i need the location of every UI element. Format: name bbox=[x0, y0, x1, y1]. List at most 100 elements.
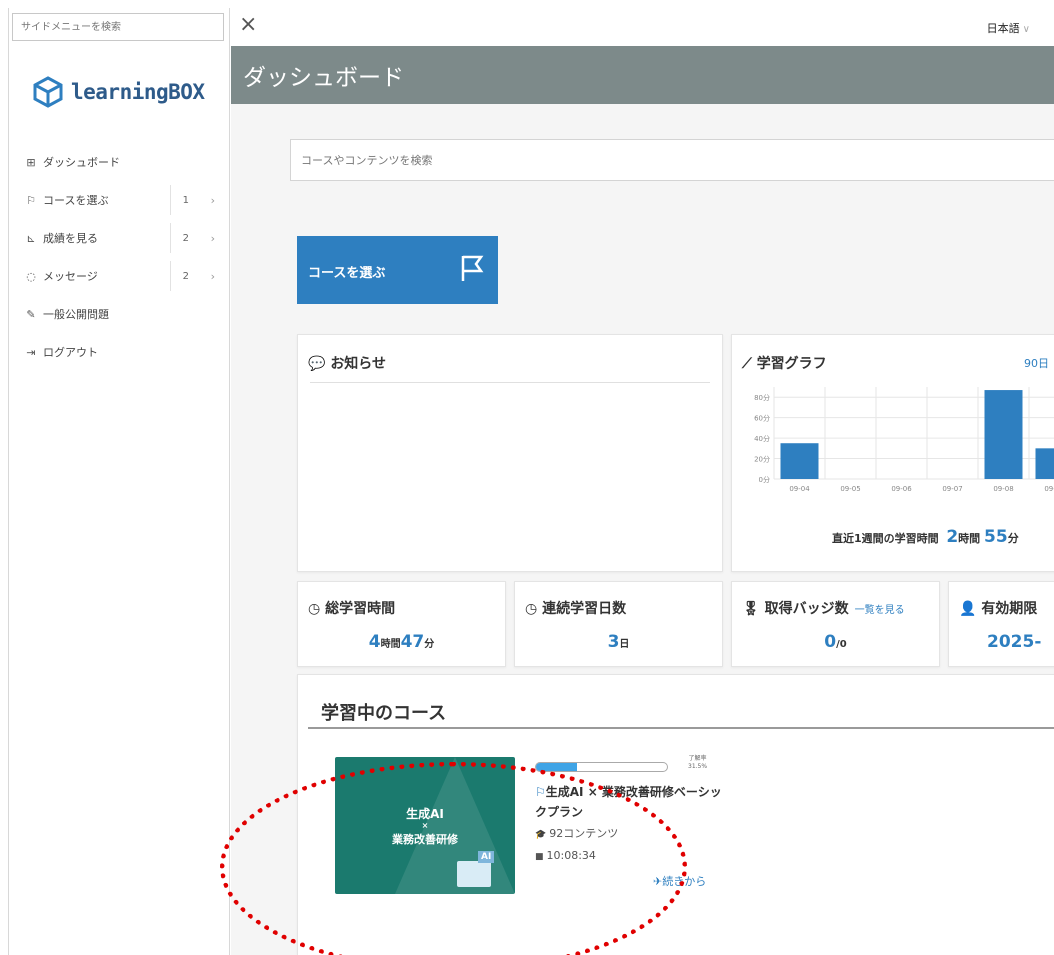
graph-period-select[interactable]: 90日 bbox=[1024, 355, 1049, 371]
badges-card: 🎖 取得バッジ数 一覧を見る 0/0 bbox=[731, 581, 940, 667]
sidebar-search-input[interactable] bbox=[12, 13, 224, 41]
total-study-title: ◷ 総学習時間 bbox=[308, 598, 395, 618]
total-study-title-text: 総学習時間 bbox=[325, 601, 396, 617]
message-icon: ◌ bbox=[26, 269, 36, 283]
sidebar-item-2[interactable]: ⊾ 成績を見る 2 › bbox=[9, 219, 229, 257]
sidebar-item-label: コースを選ぶ bbox=[43, 194, 109, 207]
resume-link[interactable]: ✈続きから bbox=[653, 873, 706, 889]
badges-list-link[interactable]: 一覧を見る bbox=[855, 605, 905, 616]
badges-value: 0/0 bbox=[732, 632, 939, 652]
x-tick-label: 09-07 bbox=[942, 485, 962, 493]
sidebar-item-1[interactable]: ⚐ コースを選ぶ 1 › bbox=[9, 181, 229, 219]
flag-icon bbox=[461, 255, 484, 281]
badges-title-text: 取得バッジ数 bbox=[764, 601, 849, 617]
course-search-input[interactable] bbox=[290, 139, 1054, 181]
graph-title: ⟋ 学習グラフ bbox=[742, 353, 827, 373]
weekly-label: 直近1週間の学習時間 bbox=[832, 532, 939, 545]
sidebar-item-label: 成績を見る bbox=[43, 232, 98, 245]
news-title: 💬 お知らせ bbox=[308, 353, 386, 373]
thumb-line3: 業務改善研修 bbox=[392, 833, 458, 846]
y-tick-label: 0分 bbox=[759, 475, 770, 484]
progress-label-text: 了解率 bbox=[688, 755, 707, 762]
sidebar-item-0[interactable]: ⊞ ダッシュボード bbox=[9, 143, 229, 181]
y-tick-label: 60分 bbox=[754, 414, 770, 423]
logo-text: learningBOX bbox=[71, 80, 205, 104]
streak-title: ◷ 連続学習日数 bbox=[525, 598, 626, 618]
total-hours-unit: 時間 bbox=[380, 639, 401, 650]
clock-icon: ◷ bbox=[308, 601, 321, 617]
sidebar-menu: ⊞ ダッシュボード ⚐ コースを選ぶ 1 › ⊾ 成績を見る 2 › ◌ メッセージ 2 › ✎ 一般公開問題… bbox=[9, 143, 229, 371]
choose-course-button[interactable]: コースを選ぶ bbox=[297, 236, 498, 304]
topbar: × 日本語 ∨ bbox=[231, 8, 1054, 46]
course-name-link[interactable]: ⚐生成AI × 業務改善研修ベーシックプラン bbox=[535, 782, 725, 822]
learning-graph-card: ⟋ 学習グラフ 90日 0分 20分 40分 60分 80分 09-04 09-05 09-0… bbox=[731, 334, 1054, 572]
course-contents-count: 🎓 92コンテンツ bbox=[535, 825, 618, 841]
thumb-line1: 生成AI bbox=[406, 807, 444, 821]
choose-course-label: コースを選ぶ bbox=[308, 266, 386, 281]
course-name-text: 生成AI × 業務改善研修ベーシックプラン bbox=[535, 785, 722, 819]
send-icon: ✈ bbox=[653, 875, 663, 888]
news-card: 💬 お知らせ bbox=[297, 334, 723, 572]
main-content: コースを選ぶ 💬 お知らせ ⟋ 学習グラフ 90日 0分20分40分60分80分… bbox=[231, 104, 1054, 955]
weekly-hours-unit: 時間 bbox=[958, 532, 981, 545]
weekly-minutes: 55 bbox=[984, 527, 1008, 547]
close-icon[interactable]: × bbox=[239, 14, 257, 36]
thumb-line2: × bbox=[421, 821, 429, 830]
sidebar-item-count: 2 bbox=[182, 270, 189, 282]
language-select[interactable]: 日本語 ∨ bbox=[987, 20, 1030, 36]
sidebar-item-4[interactable]: ✎ 一般公開問題 bbox=[9, 295, 229, 333]
streak-title-text: 連続学習日数 bbox=[542, 601, 627, 617]
bar-09-08 bbox=[984, 390, 1023, 479]
expiry-value: 2025- bbox=[987, 632, 1042, 652]
duration-text: 10:08:34 bbox=[546, 849, 596, 862]
sidebar-item-3[interactable]: ◌ メッセージ 2 › bbox=[9, 257, 229, 295]
x-tick-label: 09-05 bbox=[840, 485, 860, 493]
chart-icon: ⊾ bbox=[26, 231, 36, 245]
weekly-study-time: 直近1週間の学習時間 2時間 55分 bbox=[832, 527, 1019, 547]
badge-icon: 🎖 bbox=[742, 601, 760, 617]
logo[interactable]: learningBOX bbox=[31, 74, 205, 110]
sidebar-item-5[interactable]: ⇥ ログアウト bbox=[9, 333, 229, 371]
learning-courses-section: 学習中のコース 生成AI × 業務改善研修 AI 了解率 31.5% ⚐生成AI … bbox=[297, 674, 1054, 955]
total-study-value: 4時間47分 bbox=[298, 632, 505, 652]
weekly-hours: 2 bbox=[946, 527, 959, 547]
cube-logo-icon bbox=[33, 76, 63, 108]
sidebar-item-count: 2 bbox=[182, 232, 189, 244]
chevron-down-icon: ∨ bbox=[1022, 24, 1030, 35]
separator bbox=[170, 223, 171, 253]
x-tick-label: 09-06 bbox=[891, 485, 912, 493]
grid-icon: ⊞ bbox=[26, 155, 36, 169]
flag-icon: ⚐ bbox=[535, 785, 546, 799]
streak-unit: 日 bbox=[619, 639, 630, 650]
flag-icon: ⚐ bbox=[26, 193, 36, 207]
y-tick-label: 80分 bbox=[754, 393, 770, 402]
graduation-cap-icon: 🎓 bbox=[535, 830, 547, 840]
total-minutes-unit: 分 bbox=[424, 639, 435, 650]
badges-total: /0 bbox=[836, 639, 847, 650]
chevron-right-icon: › bbox=[210, 269, 215, 283]
progress-label: 了解率 31.5% bbox=[688, 755, 707, 771]
page-header: ダッシュボード bbox=[231, 46, 1054, 104]
sidebar: learningBOX ⊞ ダッシュボード ⚐ コースを選ぶ 1 › ⊾ 成績を見る 2 › ◌ メッ… bbox=[8, 8, 230, 955]
bar-09-09 bbox=[1035, 448, 1054, 479]
line-chart-icon: ⟋ bbox=[742, 356, 752, 372]
thumb-ai-label: AI bbox=[478, 851, 495, 863]
sidebar-item-label: メッセージ bbox=[43, 270, 98, 283]
graph-title-text: 学習グラフ bbox=[756, 356, 827, 372]
x-tick-label: 09-08 bbox=[993, 485, 1013, 493]
course-progress-bar bbox=[535, 762, 668, 772]
video-icon: ■ bbox=[535, 852, 544, 862]
progress-fill bbox=[536, 763, 578, 771]
course-thumbnail[interactable]: 生成AI × 業務改善研修 AI bbox=[335, 757, 515, 894]
expiry-title-text: 有効期限 bbox=[981, 601, 1038, 617]
total-hours: 4 bbox=[368, 632, 381, 652]
total-study-time-card: ◷ 総学習時間 4時間47分 bbox=[297, 581, 506, 667]
expiry-title: 👤 有効期限 bbox=[959, 598, 1037, 618]
sidebar-item-label: 一般公開問題 bbox=[43, 308, 109, 321]
sidebar-item-label: ダッシュボード bbox=[43, 156, 120, 169]
language-label: 日本語 bbox=[986, 22, 1020, 35]
y-tick-label: 40分 bbox=[754, 434, 770, 443]
sidebar-item-label: ログアウト bbox=[43, 346, 98, 359]
bar-09-04 bbox=[780, 443, 819, 479]
total-minutes: 47 bbox=[400, 632, 425, 652]
